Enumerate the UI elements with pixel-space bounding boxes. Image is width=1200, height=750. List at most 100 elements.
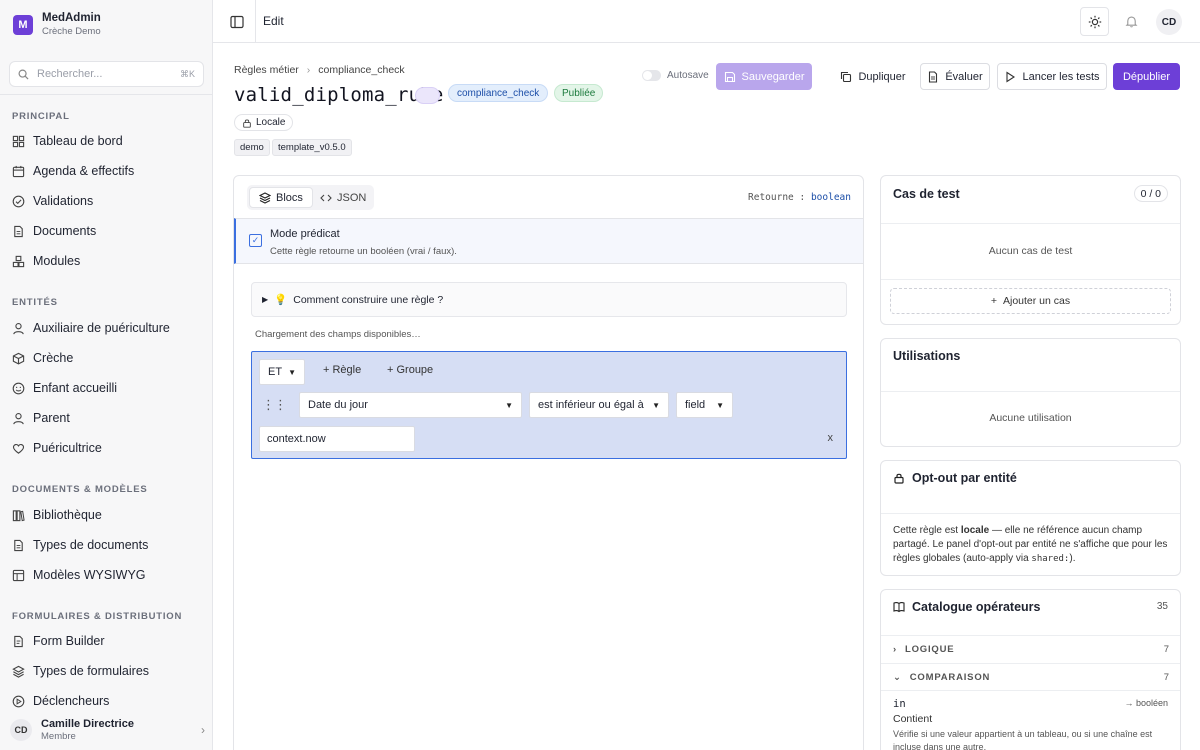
- sidebar-item-modeles-wysiwyg[interactable]: Modèles WYSIWYG: [12, 563, 202, 587]
- tag: demo: [234, 139, 270, 156]
- duplicate-button[interactable]: Dupliquer: [834, 63, 912, 90]
- remove-rule-button[interactable]: x: [828, 432, 834, 444]
- group-name: COMPARAISON: [909, 672, 991, 683]
- scope-label: Locale: [256, 117, 286, 128]
- plus-icon: +: [990, 295, 997, 307]
- predicate-mode-title: Mode prédicat: [270, 228, 340, 240]
- help-disclosure[interactable]: ▶ 💡 Comment construire une règle ?: [251, 282, 847, 317]
- field-select[interactable]: Date du jour ▼: [299, 392, 522, 418]
- predicate-mode-panel: ✓ Mode prédicat Cette règle retourne un …: [234, 218, 863, 264]
- predicate-mode-checkbox[interactable]: ✓: [249, 234, 262, 247]
- dashboard-icon: [12, 135, 25, 147]
- divider: [881, 690, 1180, 691]
- return-type: Retourne : boolean: [748, 192, 851, 203]
- group-operator-select[interactable]: ET ▼: [259, 359, 305, 385]
- add-rule-button[interactable]: + Règle: [323, 364, 361, 376]
- chevron-down-icon: ⌄: [893, 672, 902, 683]
- autosave-toggle[interactable]: Autosave: [642, 70, 709, 81]
- user-role: Membre: [41, 730, 76, 742]
- notifications-button[interactable]: [1117, 7, 1146, 36]
- run-tests-button[interactable]: Lancer les tests: [997, 63, 1107, 90]
- sidebar-item-tableau-de-bord[interactable]: Tableau de bord: [12, 129, 202, 153]
- status-badge: Publiée: [554, 84, 604, 102]
- sidebar-item-validations[interactable]: Validations: [12, 189, 202, 213]
- modules-icon: [12, 255, 25, 267]
- catalog-group-logique[interactable]: › LOGIQUE 7: [893, 644, 1169, 655]
- evaluate-button[interactable]: Évaluer: [920, 63, 990, 90]
- tab-json[interactable]: JSON: [311, 187, 375, 208]
- tab-blocs[interactable]: Blocs: [249, 187, 313, 208]
- sidebar-item-label: Modèles WYSIWYG: [33, 568, 146, 582]
- breadcrumb-item[interactable]: compliance_check: [318, 64, 404, 76]
- bell-icon: [1125, 16, 1138, 28]
- divider: [881, 663, 1180, 664]
- sun-icon: [1088, 15, 1101, 28]
- value-input[interactable]: context.now: [259, 426, 415, 452]
- sidebar-item-parent[interactable]: Parent: [12, 406, 202, 430]
- sidebar-item-bibliotheque[interactable]: Bibliothèque: [12, 503, 202, 527]
- optout-description: Cette règle est locale — elle ne référen…: [893, 524, 1171, 566]
- tag: template_v0.5.0: [272, 139, 352, 156]
- user-menu[interactable]: CD Camille Directrice Membre ›: [10, 716, 205, 744]
- value-source-select[interactable]: field ▼: [676, 392, 733, 418]
- sidebar-item-documents[interactable]: Documents: [12, 219, 202, 243]
- drag-handle-icon[interactable]: ⋮⋮: [262, 397, 287, 413]
- sidebar-item-label: Bibliothèque: [33, 508, 102, 522]
- sidebar-toggle-icon: [230, 15, 244, 29]
- tab-label: JSON: [337, 191, 367, 204]
- breadcrumb-item[interactable]: Règles métier: [234, 64, 299, 76]
- divider: [881, 391, 1180, 392]
- sidebar: M MedAdmin Crèche Demo Rechercher... ⌘K …: [0, 0, 213, 750]
- search-placeholder: Rechercher...: [37, 68, 103, 80]
- sidebar-item-creche[interactable]: Crèche: [12, 346, 202, 370]
- sidebar-item-label: Modules: [33, 254, 81, 268]
- sidebar-item-puericultrice[interactable]: Puéricultrice: [12, 436, 202, 460]
- sidebar-item-agenda[interactable]: Agenda & effectifs: [12, 159, 202, 183]
- add-test-case-button[interactable]: + Ajouter un cas: [890, 288, 1171, 314]
- chevron-right-icon: ›: [201, 723, 205, 737]
- blocks-icon: [259, 191, 271, 204]
- sidebar-item-label: Form Builder: [33, 634, 105, 648]
- operator-name[interactable]: in: [893, 698, 906, 710]
- unpublish-button[interactable]: Dépublier: [1113, 63, 1180, 90]
- app-name: MedAdmin: [42, 12, 101, 24]
- autosave-label: Autosave: [667, 70, 709, 81]
- divider: [881, 223, 1180, 224]
- sidebar-item-form-builder[interactable]: Form Builder: [12, 629, 202, 653]
- select-value: ET: [268, 366, 283, 378]
- operator-select[interactable]: est inférieur ou égal à ▼: [529, 392, 669, 418]
- lock-icon: [243, 118, 251, 128]
- sidebar-item-types-formulaires[interactable]: Types de formulaires: [12, 659, 202, 683]
- optout-panel: Opt-out par entité Cette règle est local…: [880, 460, 1181, 576]
- return-type-value: boolean: [810, 192, 851, 203]
- empty-state: Aucune utilisation: [989, 412, 1072, 424]
- sidebar-item-modules[interactable]: Modules: [12, 249, 202, 273]
- duplicate-label: Dupliquer: [858, 70, 906, 83]
- search-input[interactable]: Rechercher... ⌘K: [9, 61, 204, 87]
- section-title-entites: ENTITÉS: [12, 297, 58, 308]
- toggle-switch[interactable]: [642, 70, 661, 81]
- sidebar-item-auxiliaire[interactable]: Auxiliaire de puériculture: [12, 316, 202, 340]
- sidebar-item-enfant[interactable]: Enfant accueilli: [12, 376, 202, 400]
- editor-mode-tabs: Blocs JSON: [247, 185, 374, 210]
- chevron-down-icon: ▼: [652, 400, 660, 410]
- catalog-group-comparaison[interactable]: ⌄ COMPARAISON 7: [893, 672, 1169, 683]
- add-group-button[interactable]: + Groupe: [387, 364, 433, 376]
- sidebar-item-types-documents[interactable]: Types de documents: [12, 533, 202, 557]
- theme-toggle-button[interactable]: [1080, 7, 1109, 36]
- category-pill: compliance_check: [448, 84, 549, 102]
- sidebar-item-declencheurs[interactable]: Déclencheurs: [12, 689, 202, 713]
- avatar[interactable]: CD: [1156, 9, 1182, 35]
- save-button[interactable]: Sauvegarder: [716, 63, 812, 90]
- chevron-down-icon: ▼: [288, 367, 296, 377]
- topbar-divider: [255, 0, 256, 43]
- document-icon: [14, 539, 23, 551]
- sidebar-item-label: Documents: [33, 224, 97, 238]
- text-bold: locale: [960, 525, 990, 536]
- sidebar-toggle-button[interactable]: [227, 12, 247, 32]
- rule-group: ET ▼ + Règle + Groupe ⋮⋮ Date du jour ▼ …: [251, 351, 847, 459]
- section-title-documents-modeles: DOCUMENTS & MODÈLES: [12, 484, 148, 495]
- breadcrumb: Règles métier › compliance_check: [234, 64, 405, 76]
- brand[interactable]: M MedAdmin Crèche Demo: [13, 11, 101, 38]
- search-icon: [18, 69, 29, 80]
